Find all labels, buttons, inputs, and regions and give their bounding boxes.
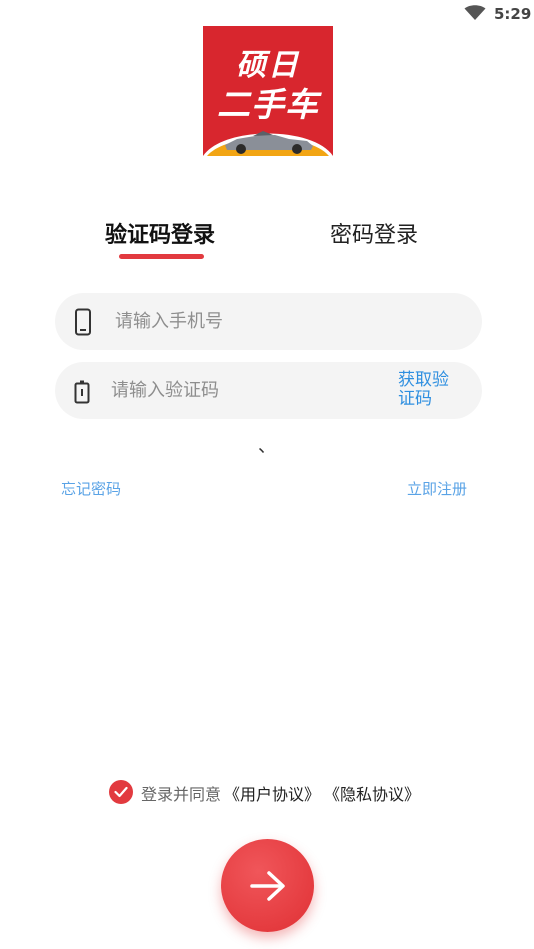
get-code-button[interactable]: 获取验证码 (398, 371, 462, 409)
battery-icon (74, 380, 90, 404)
privacy-agreement-link[interactable]: 《隐私协议》 (324, 781, 420, 805)
check-icon (114, 786, 128, 798)
logo-text-line2: 二手车 (217, 85, 319, 124)
phone-input[interactable] (115, 293, 455, 350)
app-logo: 硕日 二手车 (203, 26, 333, 156)
login-submit-button[interactable] (221, 839, 314, 932)
wifi-icon (464, 5, 486, 20)
tab-password-login[interactable]: 密码登录 (330, 220, 420, 252)
car-icon (203, 131, 333, 156)
code-field[interactable]: 获取验证码 (55, 362, 482, 419)
phone-field[interactable] (55, 293, 482, 350)
stray-mark: 、 (258, 436, 276, 457)
status-time: 5:29 (494, 5, 532, 23)
phone-icon (75, 308, 91, 336)
forgot-password-link[interactable]: 忘记密码 (61, 478, 121, 499)
register-link[interactable]: 立即注册 (407, 478, 467, 499)
arrow-right-icon (250, 871, 285, 901)
agreement-prefix: 登录并同意 (141, 785, 222, 804)
status-bar: 5:29 (0, 0, 534, 28)
active-tab-indicator (119, 254, 204, 259)
user-agreement-link[interactable]: 《用户协议》 (224, 781, 320, 805)
code-input[interactable] (111, 362, 391, 419)
agree-checkbox[interactable] (109, 780, 133, 804)
tab-sms-login[interactable]: 验证码登录 (105, 220, 217, 252)
